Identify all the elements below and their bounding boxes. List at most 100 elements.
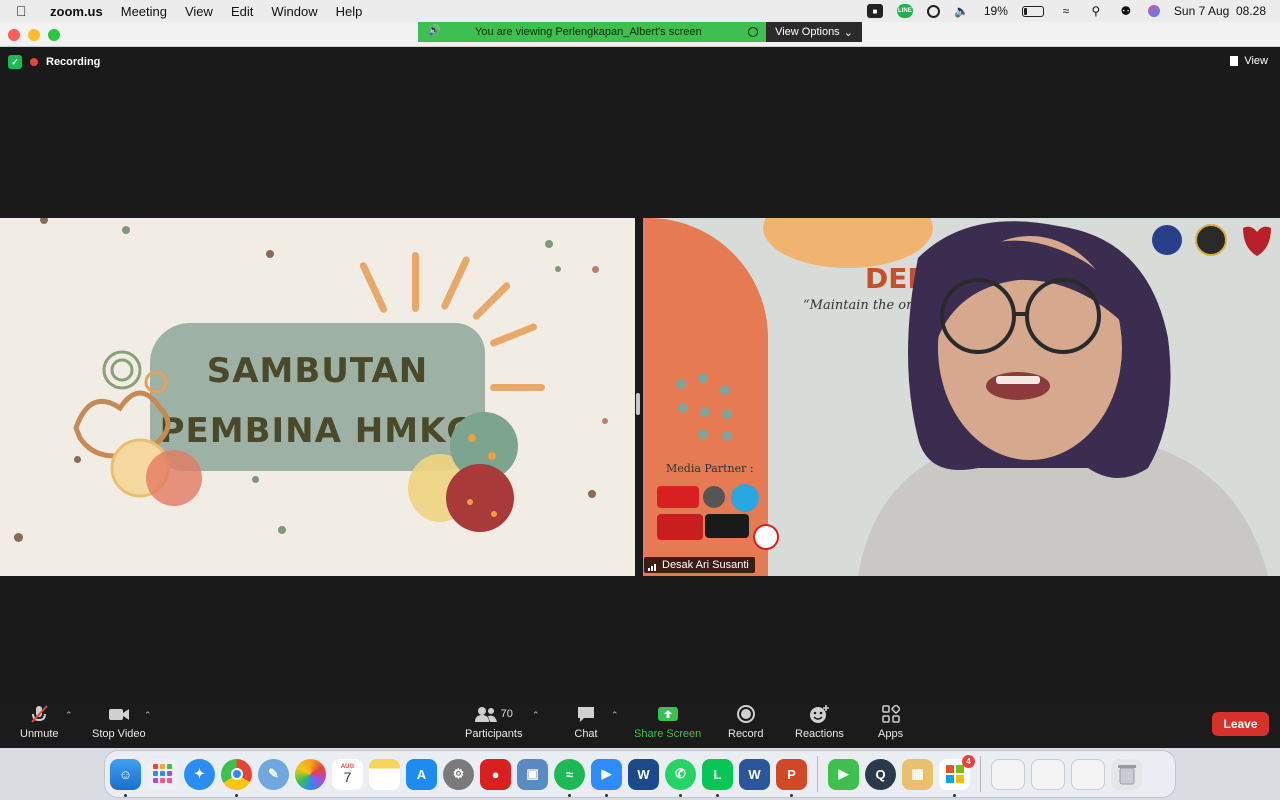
audio-options-caret-icon[interactable]: ⌃: [65, 710, 73, 721]
menu-app-name[interactable]: zoom.us: [50, 4, 103, 19]
window-thumbnail[interactable]: [1071, 758, 1105, 790]
view-options-button[interactable]: View Options ⌄: [766, 22, 862, 42]
volume-icon[interactable]: 🔈: [954, 4, 970, 18]
spotify-icon[interactable]: ≈: [554, 758, 585, 797]
chrome-icon[interactable]: [221, 758, 252, 797]
status-circle-icon: [748, 27, 758, 37]
quicktime-status-icon[interactable]: [926, 4, 940, 18]
wifi-icon[interactable]: ≈: [1058, 4, 1074, 18]
running-indicator: [679, 793, 682, 797]
shared-screen-slide[interactable]: SAMBUTAN PEMBINA HMKG: [0, 218, 635, 576]
apps-button[interactable]: Apps: [878, 704, 903, 740]
zoom-meeting-window: 🔊 You are viewing Perlengkapan_Albert's …: [0, 22, 1280, 748]
webex-icon[interactable]: W: [628, 758, 659, 790]
chevron-down-icon: ⌄: [843, 26, 853, 39]
trash-icon[interactable]: [1111, 758, 1142, 790]
unmute-button[interactable]: Unmute: [20, 704, 59, 740]
calendar-icon[interactable]: AUG 7: [332, 758, 363, 790]
participants-icon: 70: [474, 704, 514, 724]
record-button[interactable]: Record: [728, 704, 763, 740]
bg-dot-pattern: [676, 373, 732, 441]
running-indicator: [953, 793, 956, 797]
chat-label: Chat: [574, 728, 598, 740]
reactions-button[interactable]: Reactions: [795, 704, 844, 740]
decor-dot: [40, 218, 48, 224]
unmute-label: Unmute: [20, 728, 59, 740]
view-layout-button[interactable]: View: [1230, 55, 1268, 67]
partner-logo: [657, 514, 703, 540]
partner-logo: [731, 484, 759, 512]
siri-icon[interactable]: [1147, 5, 1160, 17]
whatsapp-icon[interactable]: ✆: [665, 758, 696, 797]
line-app-icon[interactable]: L: [702, 758, 733, 797]
reactions-label: Reactions: [795, 728, 844, 740]
app-store-icon[interactable]: A: [406, 758, 437, 790]
recording-indicator[interactable]: ✓ Recording: [8, 55, 100, 69]
recording-label: Recording: [46, 56, 101, 68]
line-status-icon[interactable]: LINE: [896, 4, 913, 18]
leave-meeting-button[interactable]: Leave: [1212, 712, 1269, 736]
word-icon[interactable]: W: [739, 758, 770, 790]
participants-count: 70: [500, 708, 513, 720]
partner-logo: [703, 486, 725, 508]
window-thumbnail[interactable]: [991, 758, 1025, 790]
decor-dot: [545, 240, 553, 248]
participants-caret-icon[interactable]: ⌃: [532, 710, 540, 721]
zoom-window-button[interactable]: [48, 29, 60, 41]
split-divider-handle[interactable]: [636, 393, 640, 415]
chat-caret-icon[interactable]: ⌃: [611, 710, 619, 721]
recording-dot-icon: [30, 58, 38, 66]
participants-button[interactable]: 70 Participants: [465, 704, 522, 740]
share-screen-button[interactable]: Share Screen: [634, 704, 701, 740]
running-indicator: [605, 793, 608, 797]
notes-icon[interactable]: [369, 758, 400, 790]
quicktime-icon[interactable]: Q: [865, 758, 896, 790]
apple-menu-icon[interactable]: : [16, 3, 32, 19]
chat-button[interactable]: Chat: [574, 704, 598, 740]
minimize-window-button[interactable]: [28, 29, 40, 41]
safari-icon[interactable]: ✦: [184, 758, 215, 790]
menu-window[interactable]: Window: [271, 4, 317, 19]
menu-edit[interactable]: Edit: [231, 4, 253, 19]
photo-booth-icon[interactable]: ●: [480, 758, 511, 790]
screen-share-banner: 🔊 You are viewing Perlengkapan_Albert's …: [418, 22, 862, 42]
battery-icon[interactable]: [1021, 5, 1044, 17]
microsoft-office-icon[interactable]: 4: [939, 754, 975, 797]
photos-icon[interactable]: [295, 758, 326, 790]
window-thumbnail[interactable]: [1031, 758, 1065, 790]
close-window-button[interactable]: [8, 29, 20, 41]
menu-help[interactable]: Help: [336, 4, 363, 19]
sun-ray: [471, 280, 512, 322]
stop-video-button[interactable]: Stop Video: [92, 704, 146, 740]
menu-meeting[interactable]: Meeting: [121, 4, 167, 19]
preview-icon[interactable]: ▣: [517, 758, 548, 790]
speaker-video-tile[interactable]: DEN “Maintain the oral h Media Partner :: [643, 218, 1280, 576]
share-screen-label: Share Screen: [634, 728, 702, 740]
clock-datetime[interactable]: Sun 7 Aug 08.28: [1174, 4, 1266, 18]
viewing-text: You are viewing Perlengkapan_Albert's sc…: [475, 26, 702, 38]
view-label: View: [1244, 55, 1268, 67]
facetime-icon[interactable]: ▶: [828, 758, 859, 790]
chrome-center: [230, 768, 243, 780]
zoom-status-icon[interactable]: ■: [866, 4, 883, 18]
spotlight-search-icon[interactable]: ⚲: [1088, 4, 1104, 18]
preview-photos-icon[interactable]: ✎: [258, 758, 289, 790]
security-shield-icon[interactable]: ✓: [8, 55, 22, 69]
view-layout-icon: [1230, 56, 1239, 66]
speaker-person: [858, 221, 1268, 576]
running-indicator: [235, 793, 238, 797]
control-center-icon[interactable]: ⚉: [1118, 4, 1134, 18]
participants-label: Participants: [465, 728, 523, 740]
speaker-icon: 🔊: [428, 25, 441, 36]
launchpad-icon[interactable]: [147, 758, 178, 790]
video-options-caret-icon[interactable]: ⌃: [144, 710, 152, 721]
system-preferences-icon[interactable]: ⚙: [443, 758, 474, 790]
powerpoint-icon[interactable]: P: [776, 758, 807, 797]
zoom-icon[interactable]: ▶: [591, 758, 622, 797]
finder-icon[interactable]: ☺: [110, 758, 141, 797]
menu-view[interactable]: View: [185, 4, 213, 19]
archive-utility-icon[interactable]: ▦: [902, 758, 933, 790]
decor-dot: [252, 476, 259, 483]
media-partner-label: Media Partner :: [666, 462, 754, 475]
running-indicator: [790, 793, 793, 797]
